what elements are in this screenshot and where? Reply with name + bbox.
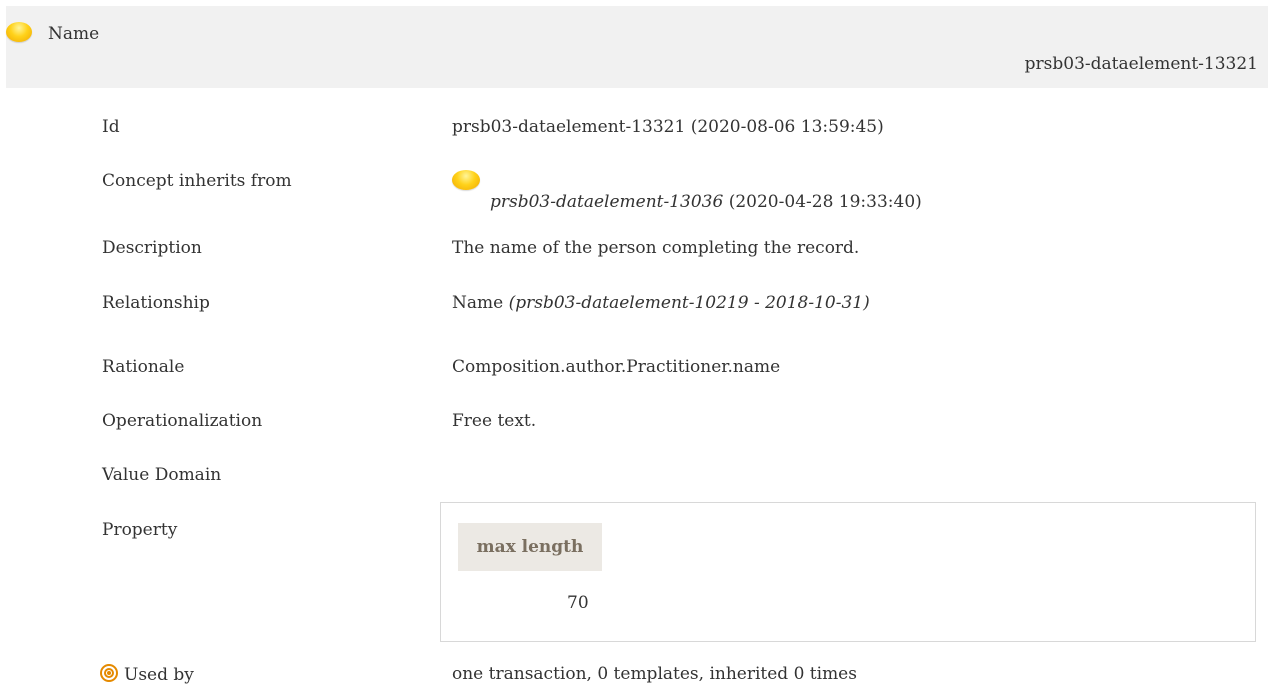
inherits-link[interactable]: prsb03-dataelement-13036 [490,192,723,212]
operationalization-label: Operationalization [102,411,263,431]
property-table: max length 70 [440,502,1256,642]
rationale-value: Composition.author.Practitioner.name [452,357,781,377]
operationalization-value: Free text. [452,411,537,431]
description-label: Description [102,238,202,258]
max-length-value: 70 [567,593,589,613]
rationale-label: Rationale [102,357,185,377]
id-value: prsb03-dataelement-13321 (2020-08-06 13:… [452,117,884,137]
used-by-label: Used by [100,664,194,685]
concept-title: Name [48,24,100,44]
value-domain-label: Value Domain [102,465,222,485]
used-by-value: one transaction, 0 templates, inherited … [452,664,857,684]
used-by-text: Used by [124,665,194,685]
max-length-header: max length [458,523,602,571]
concept-header: Name prsb03-dataelement-13321 [6,6,1268,88]
relationship-ref: (prsb03-dataelement-10219 - 2018-10-31) [508,293,870,313]
description-value: The name of the person completing the re… [452,238,860,258]
inherits-value: prsb03-dataelement-13036 (2020-04-28 19:… [452,170,922,212]
relationship-value: Name (prsb03-dataelement-10219 - 2018-10… [452,293,870,313]
property-label: Property [102,520,178,540]
concept-id: prsb03-dataelement-13321 [1024,54,1258,74]
inherited-concept-status-icon [452,170,480,190]
concept-status-icon [6,22,32,42]
target-icon [100,664,118,682]
inherits-label: Concept inherits from [102,171,292,191]
relationship-name: Name [452,293,504,313]
inherits-date: (2020-04-28 19:33:40) [723,192,922,212]
id-label: Id [102,117,120,137]
relationship-label: Relationship [102,293,210,313]
